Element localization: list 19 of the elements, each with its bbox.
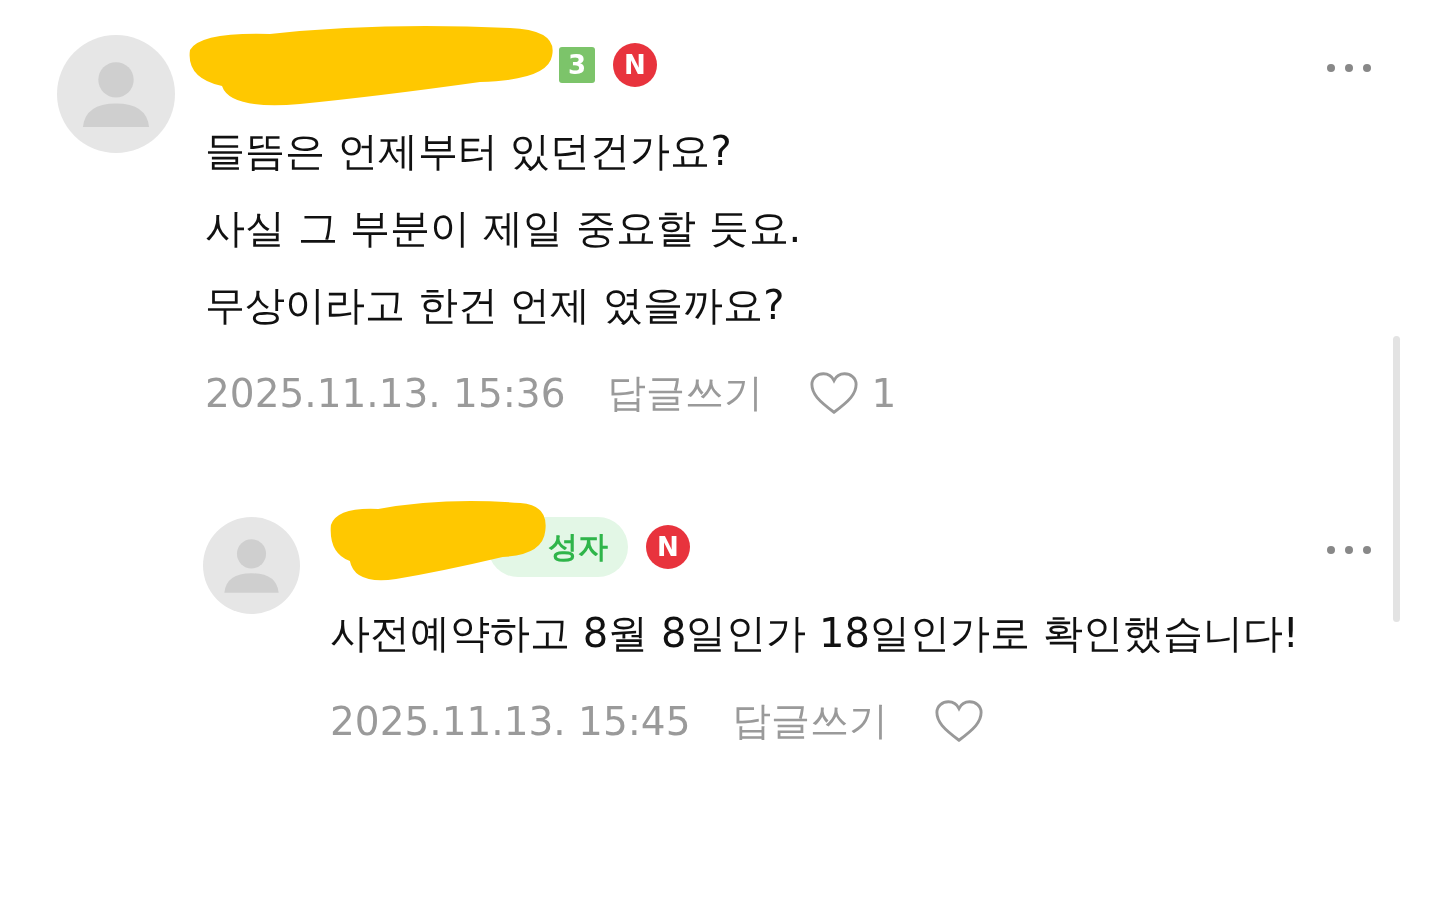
like-count: 1 [871,370,897,416]
heart-icon[interactable] [934,698,985,744]
reply-link[interactable]: 답글쓰기 [607,366,764,420]
comment-text: 사전예약하고 8월 8일인가 18일인가로 확인했습니다! [330,609,1300,658]
comment-text: 들뜸은 언제부터 있던건가요? [205,127,733,176]
comment-text: 무상이라고 한건 언제 였을까요? [205,281,786,330]
scrollbar[interactable] [1393,336,1400,622]
more-icon[interactable] [1326,63,1372,73]
avatar-icon [203,517,300,614]
level-badge: 3 [559,47,595,83]
comment-date: 2025.11.13. 15:36 [205,370,566,416]
comment-date: 2025.11.13. 15:45 [330,698,691,744]
heart-icon[interactable] [809,370,860,416]
more-icon[interactable] [1326,545,1372,555]
reply-link[interactable]: 답글쓰기 [732,694,889,748]
new-badge: N [646,525,690,569]
comment-text: 사실 그 부분이 제일 중요할 듯요. [205,204,803,253]
avatar-icon [57,35,175,153]
new-badge: N [613,43,657,87]
